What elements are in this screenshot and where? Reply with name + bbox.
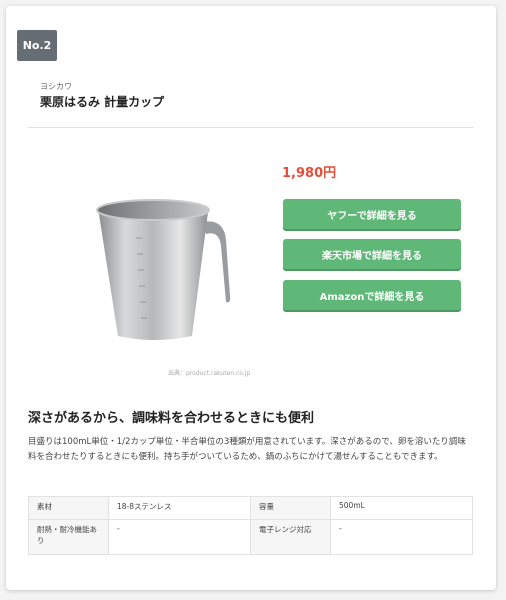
rakuten-details-button[interactable]: 楽天市場で詳細を見る [283, 239, 461, 269]
spec-label-heat: 耐熱・耐冷機能あり [28, 519, 109, 555]
spec-value-microwave: - [330, 519, 473, 555]
spec-label-microwave: 電子レンジ対応 [250, 519, 331, 555]
spec-table: 素材 18-8ステンレス 容量 500mL 耐熱・耐冷機能あり - 電子レンジ対… [28, 496, 473, 555]
spec-row: 素材 18-8ステンレス 容量 500mL [28, 496, 473, 520]
rank-badge: No.2 [17, 30, 57, 61]
spec-value-material: 18-8ステンレス [108, 496, 251, 520]
image-credit: 出典：product.rakuten.co.jp [168, 370, 251, 377]
review-description: 目盛りは100mL単位・1/2カップ単位・半合単位の3種類が用意されています。深… [28, 437, 466, 462]
brand-name: ヨシカワ [40, 82, 72, 91]
yahoo-details-button[interactable]: ヤフーで詳細を見る [283, 199, 461, 229]
product-title: 栗原はるみ 計量カップ [40, 95, 165, 109]
spec-value-heat: - [108, 519, 251, 555]
amazon-details-button[interactable]: Amazonで詳細を見る [283, 280, 461, 310]
product-price: 1,980円 [282, 166, 337, 181]
spec-value-capacity: 500mL [330, 496, 473, 520]
divider [28, 127, 474, 128]
spec-row: 耐熱・耐冷機能あり - 電子レンジ対応 - [28, 519, 473, 555]
product-card: No.2 ヨシカワ 栗原はるみ 計量カップ 出典：product.rakuten… [6, 6, 496, 590]
review-headline: 深さがあるから、調味料を合わせるときにも便利 [28, 411, 315, 426]
spec-label-capacity: 容量 [250, 496, 331, 520]
spec-label-material: 素材 [28, 496, 109, 520]
product-image [96, 199, 231, 340]
